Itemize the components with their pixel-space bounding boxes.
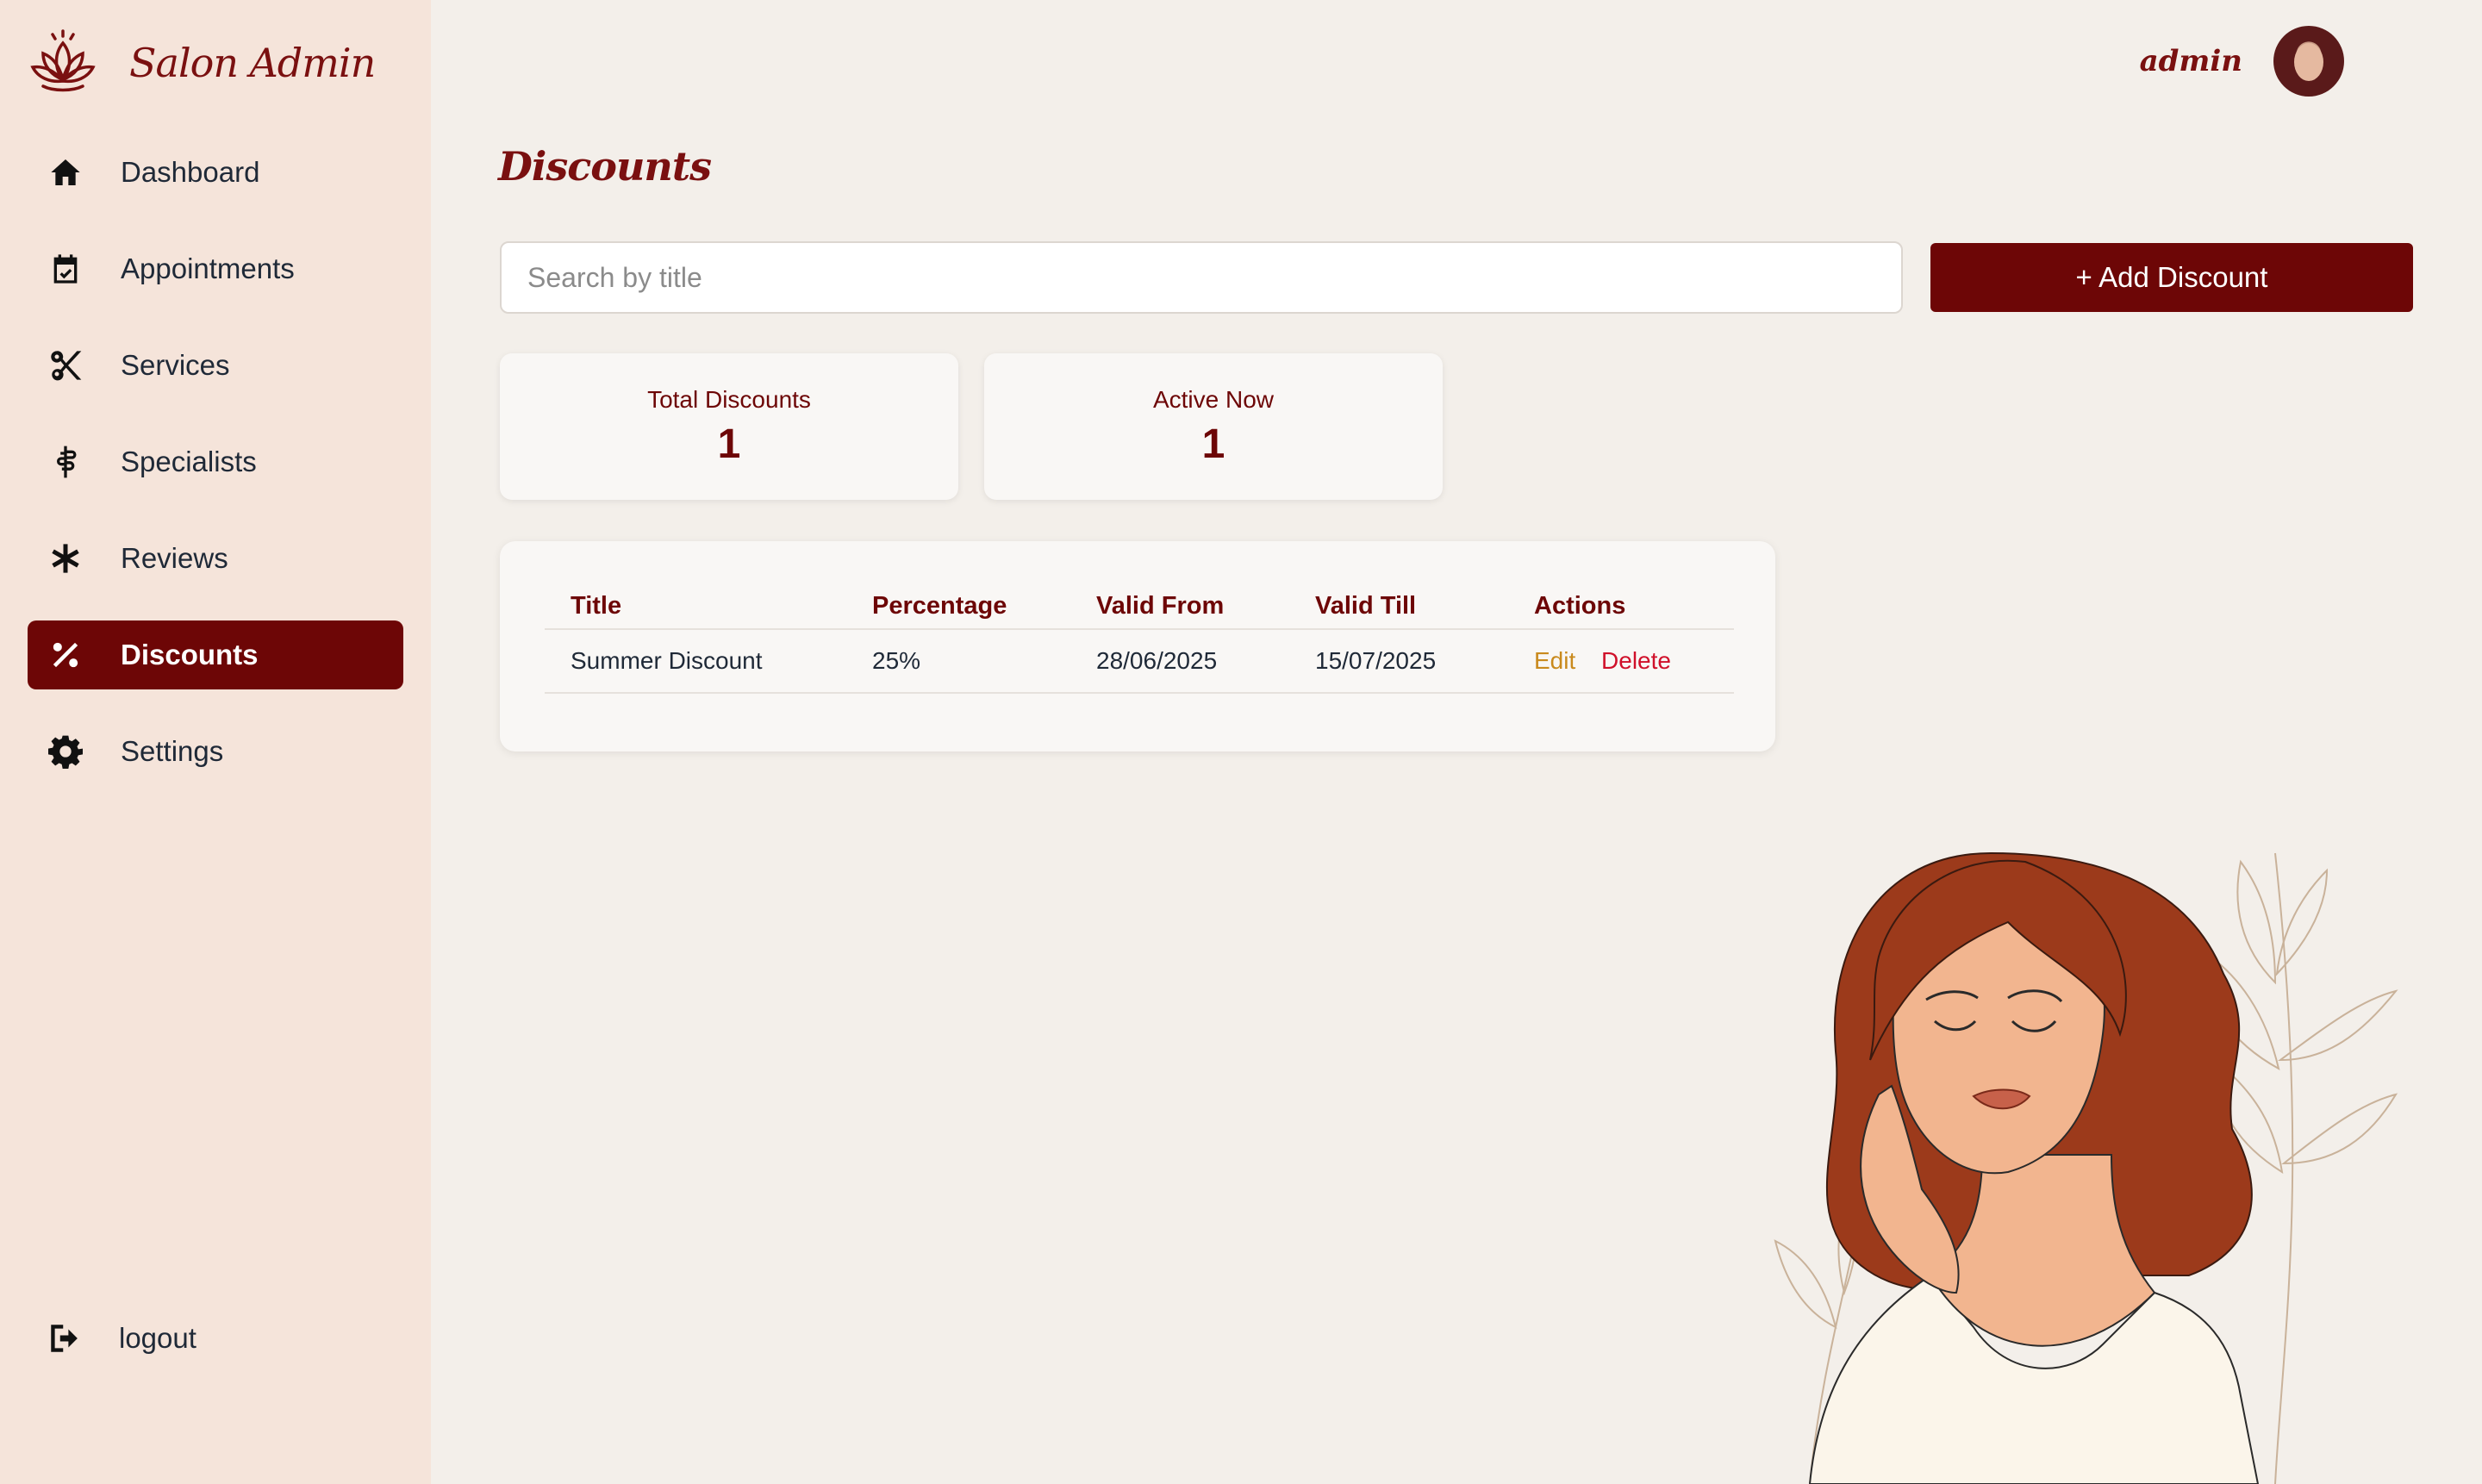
sidebar-item-label: Discounts (121, 639, 259, 670)
column-header-percentage: Percentage (846, 584, 1070, 630)
column-header-valid-till: Valid Till (1289, 584, 1508, 630)
percent-icon (47, 636, 84, 674)
home-icon (47, 153, 84, 191)
scissors-icon (47, 346, 84, 384)
delete-button[interactable]: Delete (1601, 647, 1671, 674)
search-input[interactable] (500, 241, 1903, 314)
cell-actions: Edit Delete (1508, 629, 1734, 694)
lotus-icon (30, 29, 96, 92)
staff-snake-icon (47, 443, 84, 481)
page-title: Discounts (498, 143, 712, 190)
cell-valid-till: 15/07/2025 (1289, 629, 1508, 694)
stat-label: Active Now (1152, 386, 1275, 413)
discounts-table: Title Percentage Valid From Valid Till A… (545, 584, 1734, 694)
sidebar-item-label: Reviews (121, 542, 228, 574)
sidebar-item-label: Settings (121, 735, 224, 767)
sidebar-item-label: Appointments (121, 253, 295, 284)
sidebar-item-label: Dashboard (121, 156, 260, 188)
table-row: Summer Discount 25% 28/06/2025 15/07/202… (545, 629, 1734, 694)
stat-card-active-now: Active Now 1 (984, 353, 1443, 500)
logout-button[interactable]: logout (47, 1320, 196, 1356)
edit-button[interactable]: Edit (1534, 647, 1575, 674)
sidebar-item-discounts[interactable]: Discounts (28, 620, 403, 689)
column-header-valid-from: Valid From (1070, 584, 1289, 630)
brand[interactable]: Salon Admin (26, 26, 376, 100)
brand-name: Salon Admin (129, 40, 376, 86)
asterisk-icon (47, 539, 84, 577)
woman-illustration (1774, 851, 2398, 1484)
cell-valid-from: 28/06/2025 (1070, 629, 1289, 694)
sidebar-item-appointments[interactable]: Appointments (28, 234, 403, 303)
sidebar-item-services[interactable]: Services (28, 331, 403, 400)
column-header-actions: Actions (1508, 584, 1734, 630)
sidebar-item-label: Services (121, 349, 230, 381)
column-header-title: Title (545, 584, 846, 630)
user-menu[interactable]: admin (2140, 26, 2344, 97)
stat-value: 1 (717, 421, 741, 467)
stat-label: Total Discounts (647, 386, 811, 413)
stat-value: 1 (1201, 421, 1225, 467)
cell-percentage: 25% (846, 629, 1070, 694)
user-name: admin (2139, 44, 2242, 78)
sidebar-item-label: Specialists (121, 446, 257, 477)
sidebar-item-dashboard[interactable]: Dashboard (28, 138, 403, 207)
cell-title: Summer Discount (545, 629, 846, 694)
sidebar-item-reviews[interactable]: Reviews (28, 524, 403, 593)
sidebar-nav: Dashboard Appointments Services Speciali… (28, 138, 403, 814)
logout-icon (51, 1325, 78, 1352)
sidebar: Salon Admin Dashboard Appointments Servi… (0, 0, 431, 1484)
sidebar-item-specialists[interactable]: Specialists (28, 427, 403, 496)
add-discount-button[interactable]: + Add Discount (1930, 243, 2413, 312)
calendar-check-icon (47, 250, 84, 288)
logout-label: logout (119, 1322, 196, 1354)
sidebar-item-settings[interactable]: Settings (28, 717, 403, 786)
table-header-row: Title Percentage Valid From Valid Till A… (545, 584, 1734, 630)
discounts-table-card: Title Percentage Valid From Valid Till A… (500, 541, 1775, 751)
stat-card-total-discounts: Total Discounts 1 (500, 353, 958, 500)
gear-icon (47, 733, 84, 770)
avatar[interactable] (2273, 26, 2344, 97)
